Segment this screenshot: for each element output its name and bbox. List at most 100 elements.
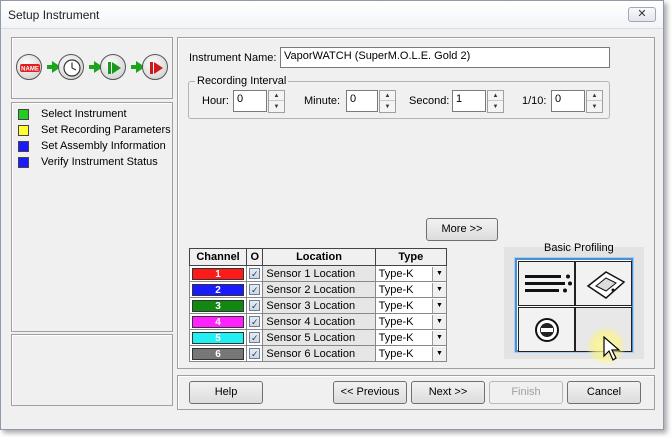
location-cell[interactable]: Sensor 1 Location	[262, 265, 376, 282]
location-cell[interactable]: Sensor 2 Location	[262, 281, 376, 298]
play-icon	[100, 54, 126, 80]
type-cell[interactable]: Type-K ▼	[374, 297, 448, 314]
channel-number[interactable]: 6	[192, 347, 245, 360]
channel-enabled-checkbox[interactable]: ✓	[249, 348, 261, 360]
minute-spinner[interactable]: ▲ ▼	[379, 90, 396, 113]
tenth-input[interactable]: 0	[551, 90, 585, 112]
spin-up-icon[interactable]: ▲	[488, 91, 503, 101]
step-set-recording-parameters: Set Recording Parameters	[18, 122, 171, 138]
help-button[interactable]: Help	[189, 381, 263, 404]
tenth-spinner[interactable]: ▲ ▼	[586, 90, 603, 113]
window-title: Setup Instrument	[8, 8, 100, 22]
output-cell: ✓	[246, 281, 264, 298]
column-header-o: O	[246, 248, 264, 266]
location-cell[interactable]: Sensor 3 Location	[262, 297, 376, 314]
type-cell[interactable]: Type-K ▼	[374, 329, 448, 346]
table-row: 2 ✓ Sensor 2 Location Type-K ▼	[188, 281, 448, 298]
table-row: 4 ✓ Sensor 4 Location Type-K ▼	[188, 313, 448, 330]
second-spinner[interactable]: ▲ ▼	[487, 90, 504, 113]
dropdown-arrow-icon[interactable]: ▼	[432, 314, 446, 329]
dropdown-arrow-icon[interactable]: ▼	[432, 346, 446, 361]
spin-down-icon[interactable]: ▼	[587, 102, 602, 112]
clock-icon	[58, 54, 84, 80]
output-cell: ✓	[246, 313, 264, 330]
step-label: Set Assembly Information	[41, 140, 166, 152]
channel-number[interactable]: 5	[192, 331, 245, 344]
step-status-swatch	[18, 156, 29, 168]
dropdown-arrow-icon[interactable]: ▼	[432, 266, 446, 281]
column-header-channel: Channel	[188, 248, 248, 266]
hour-spinner[interactable]: ▲ ▼	[268, 90, 285, 113]
instrument-name-input[interactable]: VaporWATCH (SuperM.O.L.E. Gold 2)	[280, 47, 610, 68]
tenth-label: 1/10:	[522, 95, 547, 107]
name-icon: NAME	[16, 54, 42, 80]
previous-button[interactable]: << Previous	[333, 381, 407, 404]
spin-down-icon[interactable]: ▼	[380, 102, 395, 112]
spin-up-icon[interactable]: ▲	[269, 91, 284, 101]
step-verify-instrument-status: Verify Instrument Status	[18, 154, 158, 170]
dropdown-arrow-icon[interactable]: ▼	[432, 330, 446, 345]
next-button[interactable]: Next >>	[411, 381, 485, 404]
basic-profiling-label: Basic Profiling	[544, 242, 614, 254]
type-cell[interactable]: Type-K ▼	[374, 265, 448, 282]
channel-enabled-checkbox[interactable]: ✓	[249, 316, 261, 328]
channel-cell: 3	[188, 297, 248, 314]
wizard-progress-icons: NAME	[11, 37, 173, 99]
type-cell[interactable]: Type-K ▼	[374, 281, 448, 298]
location-cell[interactable]: Sensor 4 Location	[262, 313, 376, 330]
channel-enabled-checkbox[interactable]: ✓	[249, 284, 261, 296]
channel-enabled-checkbox[interactable]: ✓	[249, 332, 261, 344]
spin-up-icon[interactable]: ▲	[380, 91, 395, 101]
column-header-location: Location	[262, 248, 376, 266]
type-cell[interactable]: Type-K ▼	[374, 313, 448, 330]
second-label: Second:	[409, 95, 450, 107]
record-icon	[142, 54, 168, 80]
table-row: 1 ✓ Sensor 1 Location Type-K ▼	[188, 265, 448, 282]
spin-down-icon[interactable]: ▼	[488, 102, 503, 112]
channel-number[interactable]: 1	[192, 267, 245, 280]
step-status-swatch	[18, 140, 29, 152]
channel-cell: 2	[188, 281, 248, 298]
close-button[interactable]: ✕	[628, 7, 656, 22]
recording-interval-title: Recording Interval	[195, 75, 289, 87]
second-input[interactable]: 1	[452, 90, 486, 112]
step-select-instrument: Select Instrument	[18, 106, 127, 122]
location-cell[interactable]: Sensor 5 Location	[262, 329, 376, 346]
channel-enabled-checkbox[interactable]: ✓	[249, 300, 261, 312]
wizard-steps-panel: Select Instrument Set Recording Paramete…	[11, 102, 173, 332]
channel-number[interactable]: 3	[192, 299, 245, 312]
instrument-device-icon	[575, 261, 632, 306]
hour-input[interactable]: 0	[233, 90, 267, 112]
channel-cell: 5	[188, 329, 248, 346]
step-status-swatch	[18, 124, 29, 136]
output-cell: ✓	[246, 329, 264, 346]
dropdown-arrow-icon[interactable]: ▼	[432, 298, 446, 313]
channel-cell: 1	[188, 265, 248, 282]
info-panel	[11, 334, 173, 406]
table-row: 5 ✓ Sensor 5 Location Type-K ▼	[188, 329, 448, 346]
type-value: Type-K	[378, 331, 414, 344]
location-cell[interactable]: Sensor 6 Location	[262, 345, 376, 362]
channel-cell: 6	[188, 345, 248, 362]
more-button[interactable]: More >>	[426, 218, 498, 241]
step-label: Select Instrument	[41, 108, 127, 120]
type-value: Type-K	[378, 299, 414, 312]
type-value: Type-K	[378, 267, 414, 280]
cancel-button[interactable]: Cancel	[567, 381, 641, 404]
output-cell: ✓	[246, 297, 264, 314]
spin-down-icon[interactable]: ▼	[269, 102, 284, 112]
channel-number[interactable]: 4	[192, 315, 245, 328]
title-bar[interactable]: Setup Instrument ✕	[1, 1, 663, 29]
type-cell[interactable]: Type-K ▼	[374, 345, 448, 362]
finish-button[interactable]: Finish	[489, 381, 563, 404]
table-row: 3 ✓ Sensor 3 Location Type-K ▼	[188, 297, 448, 314]
sensor-icon	[518, 307, 575, 352]
spin-up-icon[interactable]: ▲	[587, 91, 602, 101]
hour-label: Hour:	[202, 95, 229, 107]
channel-number[interactable]: 2	[192, 283, 245, 296]
column-header-type: Type	[374, 248, 448, 266]
minute-input[interactable]: 0	[346, 90, 378, 112]
dropdown-arrow-icon[interactable]: ▼	[432, 282, 446, 297]
type-value: Type-K	[378, 283, 414, 296]
channel-enabled-checkbox[interactable]: ✓	[249, 268, 261, 280]
